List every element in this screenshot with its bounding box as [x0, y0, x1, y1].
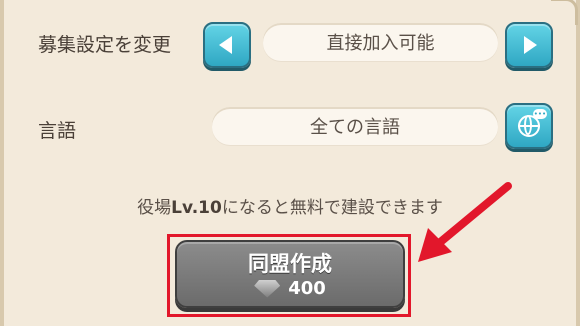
red-arrow-icon [418, 182, 512, 262]
